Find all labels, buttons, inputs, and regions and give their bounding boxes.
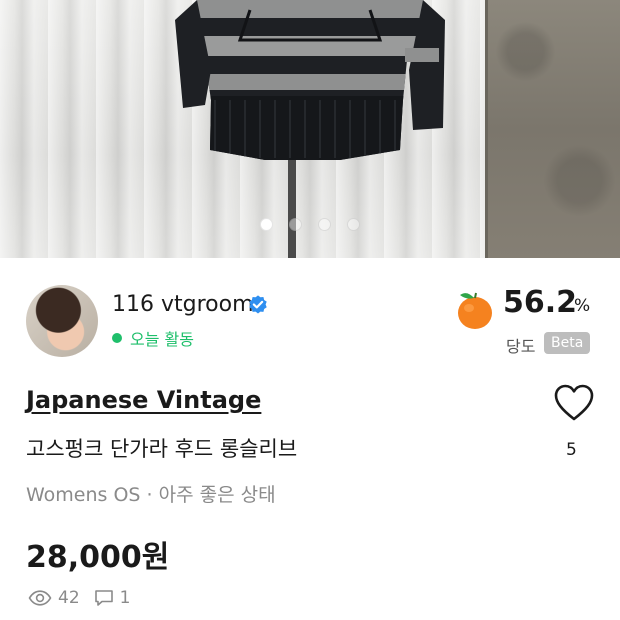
online-dot-icon [112, 333, 122, 343]
seller-avatar[interactable] [26, 285, 98, 357]
pagination-dot[interactable] [318, 218, 331, 231]
pagination-dot[interactable] [347, 218, 360, 231]
sweetness-unit: % [574, 296, 591, 316]
comment-count: 1 [119, 588, 131, 608]
seller-activity: 오늘 활동 [112, 326, 194, 350]
beta-badge: Beta [544, 332, 591, 354]
product-title: 고스펑크 단가라 후드 롱슬리브 [26, 437, 298, 461]
view-count: 42 [58, 588, 80, 608]
sweetness-value: 56.2 [503, 285, 578, 320]
product-stats: 42 1 [28, 588, 130, 608]
image-pagination[interactable] [0, 218, 620, 232]
pagination-dot-active[interactable] [260, 218, 273, 231]
product-meta: Womens OS · 아주 좋은 상태 [26, 484, 276, 506]
sweetness-label: 당도 [506, 337, 536, 356]
product-price: 28,000원 [26, 540, 170, 575]
clothes-stand [288, 150, 296, 258]
verified-badge-icon [249, 295, 267, 314]
product-photo[interactable] [0, 0, 620, 258]
seller-name[interactable]: 116 vtgroom [112, 292, 254, 317]
eye-icon [28, 590, 52, 606]
activity-text: 오늘 활동 [130, 330, 194, 349]
like-heart-icon[interactable] [553, 383, 595, 423]
pagination-dot[interactable] [289, 218, 302, 231]
like-count: 5 [566, 440, 577, 460]
peach-icon [458, 292, 492, 329]
comment-icon [94, 590, 113, 606]
striped-sweater [175, 0, 445, 160]
brand-link[interactable]: Japanese Vintage [26, 386, 261, 414]
